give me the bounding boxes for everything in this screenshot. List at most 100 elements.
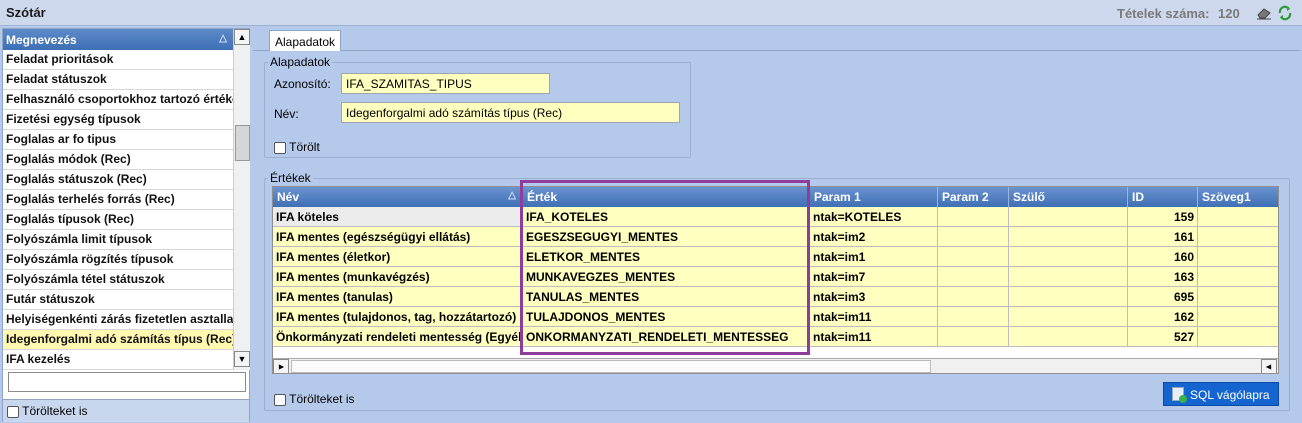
grid-cell-param1[interactable]: ntak=im2 bbox=[810, 227, 938, 247]
values-show-deleted-checkbox[interactable] bbox=[274, 393, 286, 406]
grid-cell-szulo[interactable] bbox=[1009, 327, 1128, 347]
grid-cell-szoveg1[interactable] bbox=[1198, 267, 1278, 287]
grid-cell-nev[interactable]: IFA mentes (életkor) bbox=[273, 247, 523, 267]
grid-cell-szulo[interactable] bbox=[1009, 227, 1128, 247]
sql-copy-label: SQL vágólapra bbox=[1190, 388, 1270, 402]
grid-cell-param2[interactable] bbox=[938, 307, 1009, 327]
grid-cell-szoveg1[interactable] bbox=[1198, 327, 1278, 347]
grid-cell-nev[interactable]: IFA mentes (tulajdonos, tag, hozzátartoz… bbox=[273, 307, 523, 327]
grid-cell-nev[interactable]: Önkormányzati rendeleti mentesség (Egyéb… bbox=[273, 327, 523, 347]
scrollbar-thumb[interactable] bbox=[291, 360, 931, 373]
list-header[interactable]: Megnevezés △ bbox=[3, 29, 233, 50]
grid-cell-param1[interactable]: ntak=im11 bbox=[810, 327, 938, 347]
scroll-up-icon[interactable]: ▲ bbox=[234, 29, 250, 45]
grid-cell-szoveg1[interactable] bbox=[1198, 287, 1278, 307]
list-search-input[interactable] bbox=[8, 372, 246, 392]
list-item[interactable]: Feladat státuszok bbox=[3, 70, 233, 90]
highlight-box bbox=[520, 180, 810, 355]
sort-asc-icon: △ bbox=[219, 33, 227, 44]
list-item[interactable]: Folyószámla rögzítés típusok bbox=[3, 250, 233, 270]
grid-cell-szoveg1[interactable] bbox=[1198, 247, 1278, 267]
grid-cell-param2[interactable] bbox=[938, 207, 1009, 227]
grid-cell-szoveg1[interactable] bbox=[1198, 227, 1278, 247]
item-count-label: Tételek száma: bbox=[1117, 6, 1210, 21]
column-header-id[interactable]: ID bbox=[1128, 187, 1198, 207]
list-item[interactable]: Folyószámla tétel státuszok bbox=[3, 270, 233, 290]
grid-cell-param1[interactable]: ntak=im1 bbox=[810, 247, 938, 267]
grid-cell-szoveg1[interactable] bbox=[1198, 307, 1278, 327]
grid-cell-nev[interactable]: IFA köteles bbox=[273, 207, 523, 227]
deleted-checkbox[interactable] bbox=[274, 141, 286, 154]
column-header-param2[interactable]: Param 2 bbox=[938, 187, 1009, 207]
values-group-label: Értékek bbox=[268, 171, 313, 185]
grid-cell-szulo[interactable] bbox=[1009, 307, 1128, 327]
refresh-icon[interactable] bbox=[1276, 5, 1294, 21]
grid-horizontal-scrollbar[interactable]: ▼ ▼ bbox=[273, 358, 1278, 373]
basic-data-group-label: Alapadatok bbox=[268, 55, 333, 69]
list-vertical-scrollbar[interactable]: ▲ ▼ bbox=[233, 29, 250, 370]
grid-cell-id[interactable]: 161 bbox=[1128, 227, 1198, 247]
grid-cell-id[interactable]: 159 bbox=[1128, 207, 1198, 227]
column-header-szoveg1[interactable]: Szöveg1 bbox=[1198, 187, 1278, 207]
list-header-label: Megnevezés bbox=[6, 33, 77, 47]
list-item[interactable]: Futár státuszok bbox=[3, 290, 233, 310]
grid-cell-szulo[interactable] bbox=[1009, 207, 1128, 227]
grid-cell-param2[interactable] bbox=[938, 227, 1009, 247]
deleted-label: Törölt bbox=[289, 140, 320, 154]
grid-cell-param2[interactable] bbox=[938, 247, 1009, 267]
list-item[interactable]: Feladat prioritások bbox=[3, 50, 233, 70]
grid-cell-nev[interactable]: IFA mentes (munkavégzés) bbox=[273, 267, 523, 287]
grid-cell-id[interactable]: 163 bbox=[1128, 267, 1198, 287]
eraser-icon[interactable] bbox=[1255, 5, 1273, 21]
list-item[interactable]: Fizetési egység típusok bbox=[3, 110, 233, 130]
name-label: Név: bbox=[274, 107, 299, 121]
grid-cell-param1[interactable]: ntak=KOTELES bbox=[810, 207, 938, 227]
dictionary-list: Feladat prioritások Feladat státuszok Fe… bbox=[3, 50, 233, 370]
grid-cell-szulo[interactable] bbox=[1009, 247, 1128, 267]
grid-cell-id[interactable]: 162 bbox=[1128, 307, 1198, 327]
grid-cell-param1[interactable]: ntak=im11 bbox=[810, 307, 938, 327]
grid-cell-param1[interactable]: ntak=im7 bbox=[810, 267, 938, 287]
list-item[interactable]: Felhasználó csoportokhoz tartozó értékek bbox=[3, 90, 233, 110]
list-item[interactable]: Folyószámla limit típusok bbox=[3, 230, 233, 250]
scroll-down-icon[interactable]: ▼ bbox=[234, 351, 250, 367]
grid-cell-szulo[interactable] bbox=[1009, 267, 1128, 287]
scroll-right-icon[interactable]: ▼ bbox=[1261, 359, 1277, 373]
list-item-selected[interactable]: Idegenforgalmi adó számítás típus (Rec) bbox=[3, 330, 233, 350]
show-deleted-checkbox[interactable] bbox=[7, 405, 19, 418]
grid-cell-id[interactable]: 160 bbox=[1128, 247, 1198, 267]
scrollbar-thumb[interactable] bbox=[235, 125, 250, 161]
grid-cell-id[interactable]: 695 bbox=[1128, 287, 1198, 307]
grid-cell-param2[interactable] bbox=[938, 287, 1009, 307]
grid-cell-szulo[interactable] bbox=[1009, 287, 1128, 307]
grid-cell-szoveg1[interactable] bbox=[1198, 207, 1278, 227]
list-item[interactable]: Foglalás terhelés forrás (Rec) bbox=[3, 190, 233, 210]
sql-copy-button[interactable]: SQL vágólapra bbox=[1163, 382, 1279, 406]
grid-cell-nev[interactable]: IFA mentes (tanulas) bbox=[273, 287, 523, 307]
name-field[interactable]: Idegenforgalmi adó számítás típus (Rec) bbox=[341, 102, 680, 123]
window-title: Szótár bbox=[6, 5, 46, 20]
tab-alapadatok[interactable]: Alapadatok bbox=[269, 30, 341, 51]
column-header-szulo[interactable]: Szülő bbox=[1009, 187, 1128, 207]
grid-cell-nev[interactable]: IFA mentes (egészségügyi ellátás) bbox=[273, 227, 523, 247]
id-field[interactable]: IFA_SZAMITAS_TIPUS bbox=[341, 73, 550, 94]
column-header-param1[interactable]: Param 1 bbox=[810, 187, 938, 207]
list-item[interactable]: IFA kezelés bbox=[3, 350, 233, 370]
list-item[interactable]: Foglalas ar fo tipus bbox=[3, 130, 233, 150]
scroll-left-icon[interactable]: ▼ bbox=[273, 359, 289, 373]
grid-cell-param2[interactable] bbox=[938, 267, 1009, 287]
tab-strip-line bbox=[253, 50, 1300, 51]
list-item[interactable]: Foglalás módok (Rec) bbox=[3, 150, 233, 170]
list-item[interactable]: Foglalás státuszok (Rec) bbox=[3, 170, 233, 190]
dictionary-list-panel: Megnevezés △ Feladat prioritások Feladat… bbox=[2, 28, 250, 422]
list-item[interactable]: Foglalás típusok (Rec) bbox=[3, 210, 233, 230]
grid-cell-param1[interactable]: ntak=im3 bbox=[810, 287, 938, 307]
grid-cell-param2[interactable] bbox=[938, 327, 1009, 347]
title-bar: Szótár Tételek száma: 120 bbox=[0, 0, 1302, 26]
id-label: Azonosító: bbox=[274, 77, 331, 91]
show-deleted-label: Törölteket is bbox=[22, 404, 88, 418]
list-item[interactable]: Helyiségenkénti zárás fizetetlen asztall… bbox=[3, 310, 233, 330]
left-footer: Törölteket is bbox=[3, 399, 249, 422]
grid-cell-id[interactable]: 527 bbox=[1128, 327, 1198, 347]
column-header-nev[interactable]: Név △ bbox=[273, 187, 523, 207]
